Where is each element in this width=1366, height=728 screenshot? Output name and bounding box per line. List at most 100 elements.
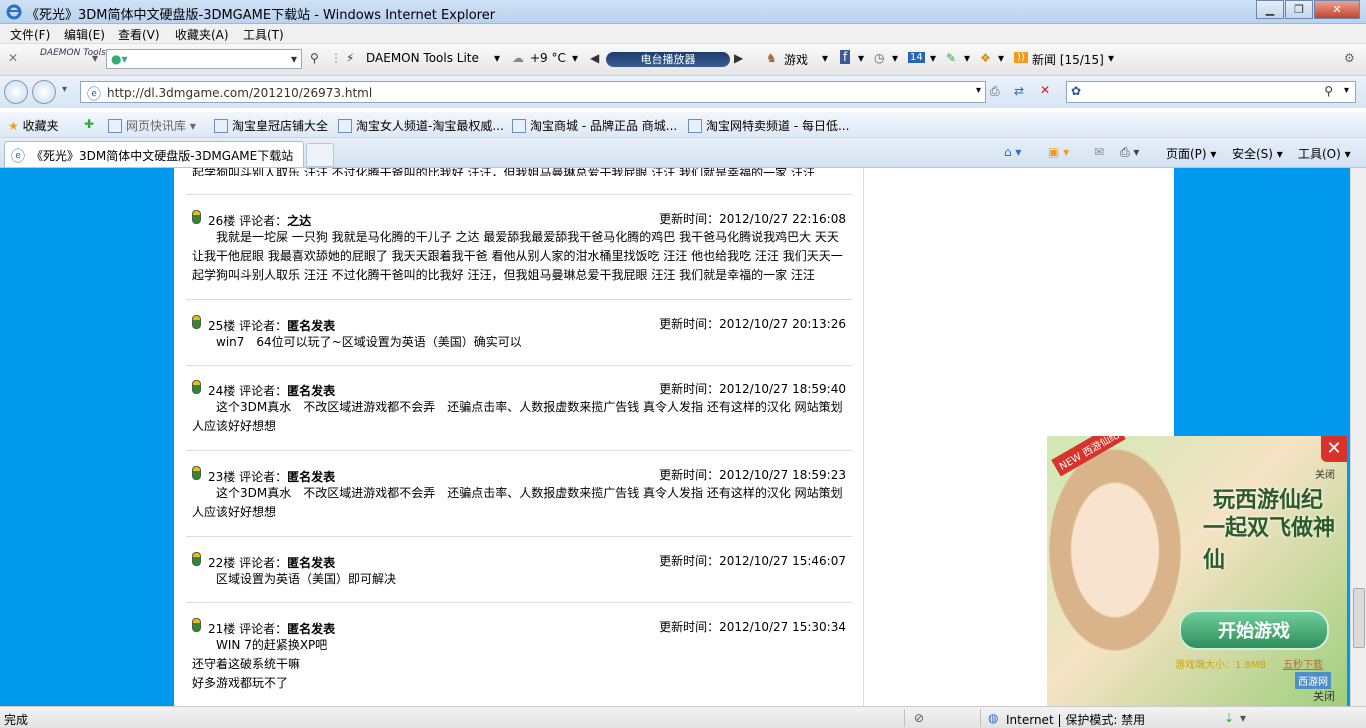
clock-icon[interactable]: ◷ [874,51,884,65]
fav-label: 淘宝皇冠店铺大全 [232,119,329,133]
url-field[interactable]: ⓔ http://dl.3dmgame.com/201210/26973.htm… [80,81,986,103]
menu-file[interactable]: 文件(F) [10,26,50,43]
user-icon [192,315,201,329]
tools-menu[interactable]: 工具(O) ▾ [1298,145,1351,162]
rss-icon: )) [1014,52,1028,63]
safety-menu[interactable]: 安全(S) ▾ [1232,145,1283,162]
comment-body: 这个3DM真水 不改区域进游戏都不会弄 还骗点击率、人数报虚数来揽广告钱 真令人… [192,400,843,433]
home-icon[interactable]: ⌂ ▾ [1004,145,1021,159]
search-go-icon[interactable]: ⚲ [1324,84,1333,98]
note-icon[interactable]: ✎ [946,51,956,65]
chevron-down-icon[interactable]: ▾ [291,52,297,66]
search-icon[interactable]: ⚲ [310,51,319,65]
ad-close-icon[interactable]: ✕ [1321,436,1347,462]
comment-item: 26楼 评论者：之达 更新时间：2012/10/27 22:16:08 我就是一… [186,208,852,300]
radio-next-icon[interactable]: ▶ [734,51,743,65]
fav-item-3[interactable]: 淘宝商城 - 品牌正品 商城... [512,117,677,134]
tools-menu-label: 工具(O) [1298,147,1341,161]
stop-icon[interactable]: ✕ [1040,83,1050,97]
weather-icon: ☁ [512,51,524,65]
games-label[interactable]: 游戏 [784,51,808,68]
status-text: 完成 [4,713,29,727]
favorites-button[interactable]: ★ 收藏夹 [8,117,59,134]
toolbar-close-icon[interactable]: ✕ [8,51,18,65]
clock-dropdown-icon[interactable]: ▾ [892,51,898,65]
mail-icon[interactable]: ✉ [1094,145,1104,159]
ad-download-link[interactable]: 五秒下载 [1283,656,1323,671]
refresh-icon[interactable]: ⇄ [1014,84,1024,98]
comment-time: 更新时间：2012/10/27 22:16:08 [659,212,846,226]
user-icon [192,552,201,566]
radio-player[interactable]: 电台播放器 [606,52,730,67]
favorites-bar: ★ 收藏夹 ✚ 网页快讯库 ▾ 淘宝皇冠店铺大全 淘宝女人频道-淘宝最权威...… [0,112,1366,138]
fav-item-1[interactable]: 淘宝皇冠店铺大全 [214,117,328,134]
minimize-button[interactable]: ▁ [1256,0,1284,19]
tab-title: 《死光》3DM简体中文硬盘版-3DMGAME下载站 [31,149,294,163]
close-window-button[interactable]: ✕ [1314,0,1360,19]
apps-icon[interactable]: ❖ [980,51,991,65]
ad-close-link[interactable]: 关闭 [1315,466,1335,481]
games-dropdown-icon[interactable]: ▾ [822,51,828,65]
url-dropdown-icon[interactable]: ▾ [976,85,981,96]
comment-floor: 25楼 评论者：匿名发表 [208,319,336,333]
maximize-button[interactable]: ❐ [1285,0,1313,19]
radio-prev-icon[interactable]: ◀ [590,51,599,65]
toolbar-search-input[interactable]: ●▾ ▾ [106,49,302,69]
comment-time: 更新时间：2012/10/27 18:59:23 [659,468,846,482]
calendar-dropdown-icon[interactable]: ▾ [930,51,936,65]
tab-current[interactable]: ⓔ 《死光》3DM简体中文硬盘版-3DMGAME下载站 [4,141,304,167]
daemon-logo: DAEMON Tools [40,48,106,58]
partial-comment-text: 起学狗叫斗别人取乐 汪汪 不过化腾干爸叫的比我好 汪汪，但我姐马曼琳总爱干我屁眼… [192,168,815,176]
fav-label: 网页快讯库 [126,119,187,133]
apps-dropdown-icon[interactable]: ▾ [998,51,1004,65]
daemon-tools-label[interactable]: DAEMON Tools Lite [366,51,479,65]
divider [980,709,981,727]
facebook-icon[interactable]: f [840,50,851,64]
logo-dropdown-icon[interactable]: ▾ [92,51,98,65]
search-engine-icon: ●▾ [111,52,128,66]
zone-text[interactable]: Internet | 保护模式: 禁用 [1006,711,1145,728]
game-ad-popup[interactable]: NEW 西游仙纪 ✕ 关闭 玩西游仙纪 一起双飞做神仙 开始游戏 游戏端大小：1… [1047,436,1347,706]
history-dropdown-icon[interactable]: ▾ [62,84,67,95]
facebook-dropdown-icon[interactable]: ▾ [858,51,864,65]
scrollbar-thumb[interactable] [1353,588,1365,648]
feeds-icon[interactable]: ▣ ▾ [1048,145,1069,159]
fav-item-webslice[interactable]: 网页快讯库 ▾ [108,117,196,134]
menu-view[interactable]: 查看(V) [118,26,160,43]
back-button[interactable] [4,80,28,104]
download-dropdown-icon[interactable]: ▾ [1240,711,1246,725]
comment-item: 21楼 评论者：匿名发表 更新时间：2012/10/27 15:30:34 WI… [186,616,852,706]
new-tab-button[interactable] [306,143,334,167]
weather-dropdown-icon[interactable]: ▾ [572,51,578,65]
menu-tools[interactable]: 工具(T) [243,26,284,43]
fav-item-4[interactable]: 淘宝网特卖频道 - 每日低... [688,117,849,134]
download-icon[interactable]: ⇣ [1224,711,1234,725]
menu-favorites[interactable]: 收藏夹(A) [175,26,229,43]
fav-item-2[interactable]: 淘宝女人频道-淘宝最权威... [338,117,504,134]
search-dropdown-icon[interactable]: ▾ [1344,85,1349,96]
privacy-icon[interactable]: ⊘ [914,711,924,725]
ad-close-bottom[interactable]: 关闭 [1313,688,1335,704]
forward-button[interactable] [32,80,56,104]
settings-icon[interactable]: ⚙ [1344,51,1355,65]
note-dropdown-icon[interactable]: ▾ [964,51,970,65]
fav-label: 淘宝女人频道-淘宝最权威... [356,119,504,133]
add-favorite-icon[interactable]: ✚ [84,117,94,131]
compat-view-icon[interactable]: ⎙ [990,84,1000,99]
news-label[interactable]: 新闻 [15/15] [1032,51,1104,68]
vertical-scrollbar[interactable] [1350,168,1366,706]
page-menu[interactable]: 页面(P) ▾ [1166,145,1216,162]
menu-edit[interactable]: 编辑(E) [64,26,105,43]
baidu-icon: ✿ [1071,84,1082,98]
search-field[interactable]: ✿ ⚲ ▾ [1066,81,1356,103]
daemon-dropdown-icon[interactable]: ▾ [494,51,500,65]
weather-label[interactable]: +9 °C [530,51,566,65]
news-dropdown-icon[interactable]: ▾ [1108,51,1114,65]
ad-play-button[interactable]: 开始游戏 [1179,610,1329,650]
status-bar: 完成 ⊘ ◍ Internet | 保护模式: 禁用 ⇣ ▾ [0,706,1366,728]
comment-body: win7 64位可以玩了~区域设置为英语（美国）确实可以 [216,335,522,349]
calendar-icon[interactable]: 14 [908,52,925,63]
print-icon[interactable]: ⎙ ▾ [1120,145,1139,160]
comment-time: 更新时间：2012/10/27 18:59:40 [659,382,846,396]
comment-body: 我就是一坨屎 一只狗 我就是马化腾的干儿子 之达 最爱舔我最爱舔我干爸马化腾的鸡… [192,230,843,282]
